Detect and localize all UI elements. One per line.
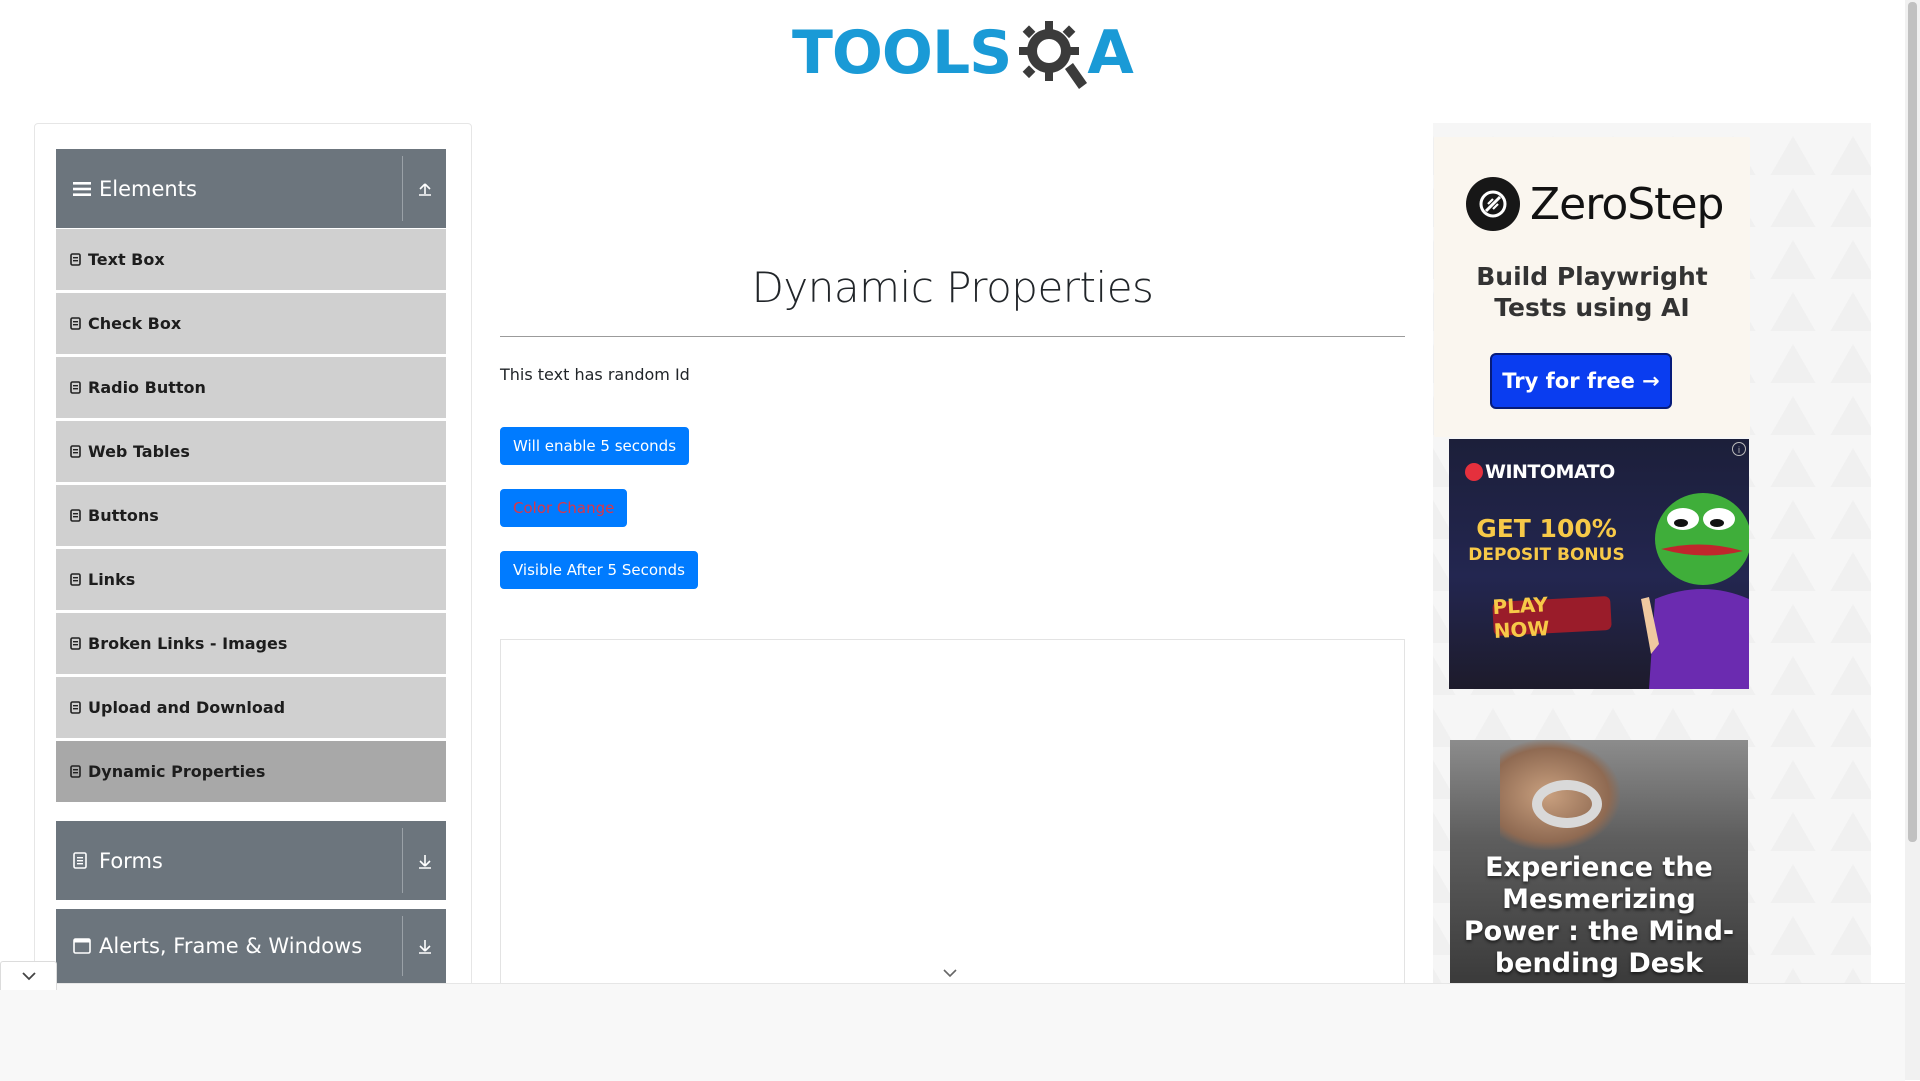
forms-group-header[interactable]: Forms xyxy=(56,821,446,900)
sculpture-ad-text: Experience the Mesmerizing Power : the M… xyxy=(1463,852,1735,986)
alerts-group-title: Alerts, Frame & Windows xyxy=(99,934,363,958)
wintomato-subheadline: DEPOSIT BONUS xyxy=(1468,545,1625,565)
sidebar-item-label: Broken Links - Images xyxy=(88,634,288,653)
title-divider xyxy=(500,336,1405,337)
list-item-icon xyxy=(70,573,82,587)
collapse-bottom-bar-button[interactable] xyxy=(0,961,57,990)
visible-after-button[interactable]: Visible After 5 Seconds xyxy=(500,551,698,589)
ad-placeholder xyxy=(500,639,1405,1000)
hamburger-icon xyxy=(73,179,93,199)
try-for-free-button[interactable]: Try for free → xyxy=(1490,353,1672,409)
zerostep-tagline-line1: Build Playwright xyxy=(1476,262,1708,291)
logo-text-tools: TOOLS xyxy=(792,18,1012,88)
sidebar-item-broken-links[interactable]: Broken Links - Images xyxy=(56,613,446,674)
list-item-icon xyxy=(70,765,82,779)
document-icon xyxy=(73,851,93,871)
page-title: Dynamic Properties xyxy=(751,263,1154,312)
sidebar-item-label: Check Box xyxy=(88,314,182,333)
window-icon xyxy=(73,936,93,956)
sidebar-item-links[interactable]: Links xyxy=(56,549,446,610)
zerostep-ad[interactable]: ZeroStep Build Playwright Tests using AI… xyxy=(1434,137,1750,437)
logo-text-a: A xyxy=(1087,18,1133,88)
wintomato-ad[interactable]: WINTOMATO GET 100% DEPOSIT BONUS PLAY NO… xyxy=(1449,439,1749,689)
chevron-down-icon xyxy=(21,972,36,981)
scrollbar-thumb[interactable] xyxy=(1908,2,1917,842)
list-item-icon xyxy=(70,509,82,523)
list-item-icon xyxy=(70,701,82,715)
sidebar-item-dynamic-properties[interactable]: Dynamic Properties xyxy=(56,741,446,802)
expand-down-icon[interactable] xyxy=(403,909,446,983)
sidebar-item-text-box[interactable]: Text Box xyxy=(56,229,446,290)
sidebar-item-check-box[interactable]: Check Box xyxy=(56,293,446,354)
page-header: TOOLS A xyxy=(0,0,1905,100)
toolsqa-logo[interactable]: TOOLS A xyxy=(792,14,1134,92)
chevron-down-icon[interactable] xyxy=(942,968,958,978)
sidebar-item-label: Upload and Download xyxy=(88,698,286,717)
list-item-icon xyxy=(70,445,82,459)
list-item-icon xyxy=(70,317,82,331)
vertical-scrollbar[interactable] xyxy=(1905,0,1920,1080)
ring-image xyxy=(1532,780,1602,828)
bottom-ad-bar xyxy=(0,983,1905,1081)
sidebar-item-label: Buttons xyxy=(88,506,159,525)
zerostep-logo-icon xyxy=(1466,177,1520,231)
wintomato-brand: WINTOMATO xyxy=(1485,461,1615,483)
main-content: Dynamic Properties This text has random … xyxy=(500,123,1405,1000)
elements-group-title: Elements xyxy=(99,176,197,201)
elements-menu-list: Text Box Check Box Radio Button Web Tabl… xyxy=(56,229,446,805)
enable-after-button[interactable]: Will enable 5 seconds xyxy=(500,427,690,465)
elements-group-header[interactable]: Elements xyxy=(56,149,446,228)
sidebar-item-label: Links xyxy=(88,570,136,589)
zerostep-name: ZeroStep xyxy=(1530,178,1724,230)
ad-choices-icon[interactable]: i xyxy=(1732,442,1746,456)
sidebar-item-label: Radio Button xyxy=(88,378,206,397)
wintomato-headline: GET 100% xyxy=(1476,514,1617,543)
sidebar-item-label: Web Tables xyxy=(88,442,190,461)
list-item-icon xyxy=(70,381,82,395)
tomato-icon xyxy=(1465,463,1483,481)
sidebar-item-radio-button[interactable]: Radio Button xyxy=(56,357,446,418)
zerostep-brand: ZeroStep xyxy=(1466,177,1724,231)
random-id-text: This text has random Id xyxy=(500,365,690,384)
list-item-icon xyxy=(70,637,82,651)
desk-sculpture-ad[interactable]: Experience the Mesmerizing Power : the M… xyxy=(1450,740,1748,986)
frog-mascot-icon xyxy=(1641,493,1749,689)
sidebar-item-upload-download[interactable]: Upload and Download xyxy=(56,677,446,738)
gear-magnifier-icon xyxy=(1019,21,1088,89)
expand-down-icon[interactable] xyxy=(403,821,446,900)
sidebar-item-label: Dynamic Properties xyxy=(88,762,266,781)
sidebar-item-label: Text Box xyxy=(88,250,165,269)
list-item-icon xyxy=(70,253,82,267)
sidebar-item-web-tables[interactable]: Web Tables xyxy=(56,421,446,482)
collapse-up-icon[interactable] xyxy=(403,149,446,228)
color-change-button[interactable]: Color Change xyxy=(500,489,628,527)
alerts-group-header[interactable]: Alerts, Frame & Windows xyxy=(56,909,446,983)
forms-group-title: Forms xyxy=(99,848,163,873)
play-now-button[interactable]: PLAY NOW xyxy=(1492,592,1612,643)
sidebar-item-buttons[interactable]: Buttons xyxy=(56,485,446,546)
zerostep-tagline: Build Playwright Tests using AI xyxy=(1434,261,1750,323)
zerostep-tagline-line2: Tests using AI xyxy=(1494,293,1690,322)
